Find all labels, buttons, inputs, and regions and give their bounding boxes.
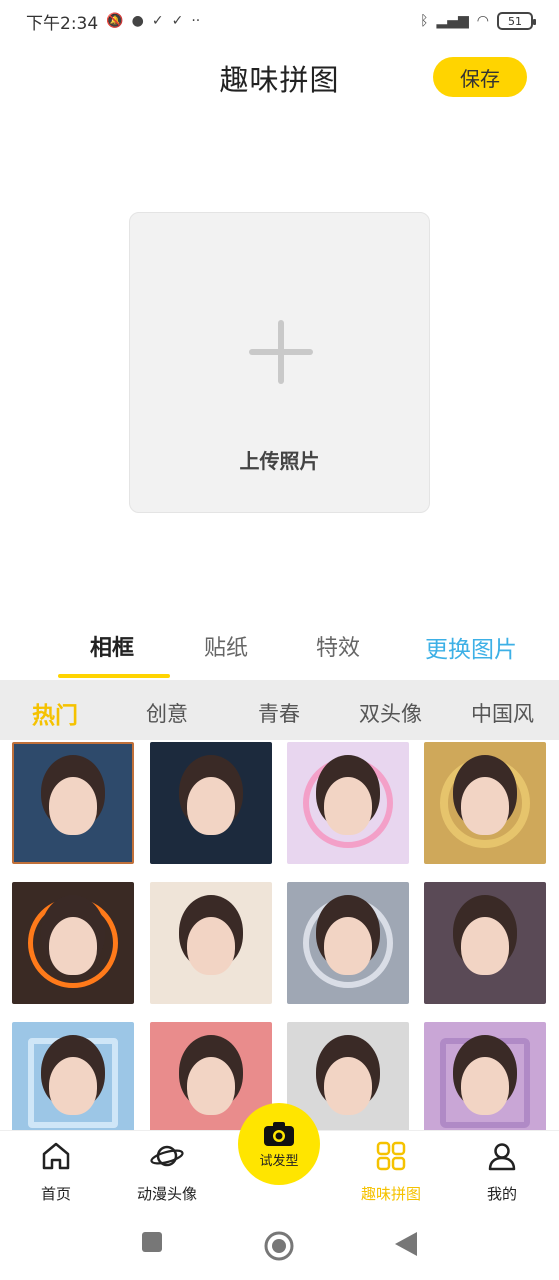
template-grid: [0, 740, 559, 1132]
check-icon: ✓: [171, 13, 184, 29]
category-bar: 热门 创意 青春 双头像 中国风: [0, 680, 559, 740]
user-icon: [488, 1143, 516, 1171]
portrait-image: [187, 917, 235, 975]
active-tab-indicator: [58, 674, 170, 678]
status-bar: 下午2:34 🔕 ● ✓ ✓ ·· ᛒ ▂▄▆ ◠ 51: [0, 0, 559, 42]
template-thumbnail[interactable]: [12, 1022, 134, 1132]
category-hot[interactable]: 热门: [32, 696, 78, 730]
message-icon: ●: [131, 13, 144, 29]
bluetooth-icon: ᛒ: [420, 13, 429, 29]
camera-label: 试发型: [259, 1152, 299, 1168]
main-tabs: 相框 贴纸 特效 更换图片: [0, 618, 559, 680]
upload-photo-area[interactable]: 上传照片: [129, 212, 430, 513]
mute-icon: 🔕: [106, 13, 124, 29]
template-thumbnail[interactable]: [12, 742, 134, 864]
portrait-image: [461, 1057, 509, 1115]
portrait-image: [187, 777, 235, 835]
battery-icon: 51: [497, 12, 536, 30]
portrait-image: [324, 1057, 372, 1115]
nav-fun-collage-label: 趣味拼图: [360, 1185, 421, 1203]
category-double-avatar[interactable]: 双头像: [359, 698, 422, 728]
change-image-link[interactable]: 更换图片: [425, 630, 517, 664]
portrait-image: [187, 1057, 235, 1115]
portrait-image: [324, 917, 372, 975]
wifi-icon: ◠: [476, 13, 489, 29]
template-thumbnail[interactable]: [424, 742, 546, 864]
template-thumbnail[interactable]: [150, 742, 272, 864]
template-thumbnail[interactable]: [424, 1022, 546, 1132]
template-thumbnail[interactable]: [150, 882, 272, 1004]
category-chinese-style[interactable]: 中国风: [471, 698, 534, 728]
portrait-image: [461, 777, 509, 835]
nav-anime-avatar-label: 动漫头像: [136, 1185, 197, 1203]
header: 趣味拼图 保存: [0, 50, 559, 106]
camera-icon: [264, 1121, 294, 1146]
signal-icon: ▂▄▆: [436, 13, 469, 29]
nav-anime-avatar[interactable]: 动漫头像: [117, 1139, 217, 1204]
grid-four-icon: [376, 1141, 406, 1171]
plus-icon: [249, 320, 313, 384]
nav-home-label: 首页: [40, 1185, 71, 1203]
back-icon[interactable]: [393, 1230, 419, 1258]
nav-home[interactable]: 首页: [6, 1139, 106, 1204]
home-system-icon[interactable]: [263, 1230, 295, 1262]
tab-effect[interactable]: 特效: [316, 630, 360, 662]
template-thumbnail[interactable]: [287, 882, 409, 1004]
portrait-image: [324, 777, 372, 835]
template-thumbnail[interactable]: [424, 882, 546, 1004]
portrait-image: [49, 917, 97, 975]
portrait-image: [49, 777, 97, 835]
template-thumbnail[interactable]: [12, 882, 134, 1004]
category-youth[interactable]: 青春: [258, 698, 300, 728]
battery-level: 51: [508, 14, 522, 28]
more-dots-icon: ··: [191, 13, 201, 29]
upload-label: 上传照片: [239, 449, 320, 473]
system-nav: [0, 1214, 559, 1280]
recent-apps-icon[interactable]: [140, 1230, 164, 1254]
home-icon: [42, 1142, 70, 1170]
nav-fun-collage[interactable]: 趣味拼图: [341, 1139, 441, 1204]
save-button[interactable]: 保存: [433, 57, 527, 97]
portrait-image: [461, 917, 509, 975]
category-creative[interactable]: 创意: [146, 698, 188, 728]
tab-sticker[interactable]: 贴纸: [204, 630, 248, 662]
try-hairstyle-button[interactable]: 试发型: [238, 1103, 320, 1185]
page-title: 趣味拼图: [219, 63, 340, 97]
tab-frame[interactable]: 相框: [90, 630, 134, 662]
check-icon: ✓: [151, 13, 164, 29]
nav-mine-label: 我的: [486, 1185, 517, 1203]
template-thumbnail[interactable]: [287, 742, 409, 864]
planet-icon: [150, 1145, 184, 1167]
status-time: 下午2:34: [26, 13, 99, 34]
portrait-image: [49, 1057, 97, 1115]
nav-mine[interactable]: 我的: [452, 1139, 552, 1204]
